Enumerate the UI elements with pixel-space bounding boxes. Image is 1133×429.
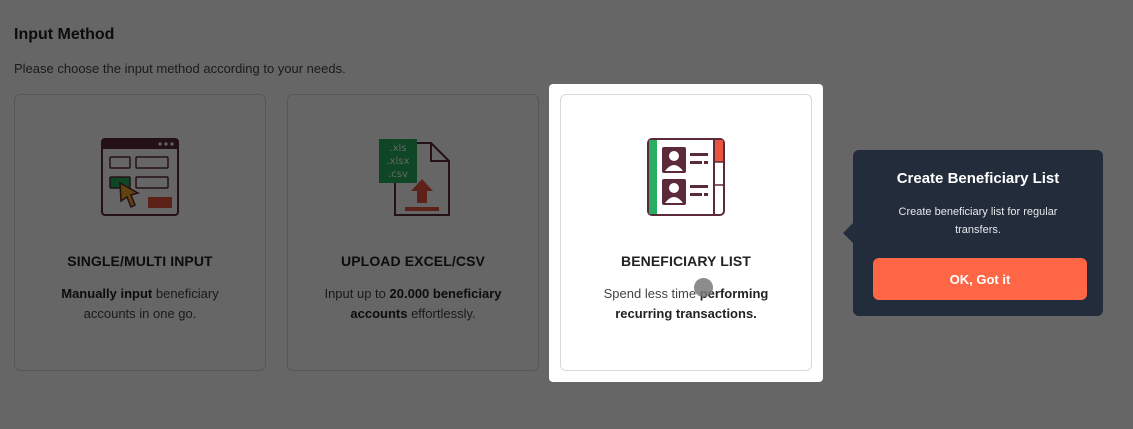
card-description: Spend less time performing recurring tra… <box>603 286 769 321</box>
card-upload-excel-csv[interactable]: .xls .xlsx .csv UPLOAD EXCEL/CSV Input u… <box>287 94 539 371</box>
file-label: .xls <box>389 143 406 154</box>
tooltip-title: Create Beneficiary List <box>896 170 1060 187</box>
contact-book-icon <box>561 135 811 219</box>
file-label: .xlsx <box>386 156 409 167</box>
mouse-cursor-indicator <box>694 278 713 297</box>
onboarding-tooltip: Create Beneficiary List Create beneficia… <box>843 150 1103 316</box>
card-title: SINGLE/MULTI INPUT <box>67 253 213 269</box>
card-description: Manually input beneficiary accounts in o… <box>61 286 219 321</box>
section-title: Input Method <box>14 26 115 43</box>
card-title: BENEFICIARY LIST <box>621 253 751 269</box>
card-beneficiary-list[interactable]: BENEFICIARY LIST Spend less time perform… <box>560 94 812 371</box>
ok-got-it-button[interactable]: OK, Got it <box>873 258 1087 300</box>
file-label: .csv <box>388 169 408 180</box>
card-title: UPLOAD EXCEL/CSV <box>341 253 485 269</box>
tooltip-description: Create beneficiary list for regular tran… <box>898 206 1058 236</box>
spotlight-highlight: BENEFICIARY LIST Spend less time perform… <box>549 84 823 382</box>
page: Input Method Please choose the input met… <box>0 0 1133 429</box>
section-subtitle: Please choose the input method according… <box>14 61 346 76</box>
card-description: Input up to 20.000 beneficiary accounts … <box>324 286 502 321</box>
tooltip-arrow <box>843 223 853 243</box>
file-upload-icon: .xls .xlsx .csv <box>288 135 538 219</box>
card-single-multi-input[interactable]: SINGLE/MULTI INPUT Manually input benefi… <box>14 94 266 371</box>
form-input-icon <box>15 135 265 219</box>
